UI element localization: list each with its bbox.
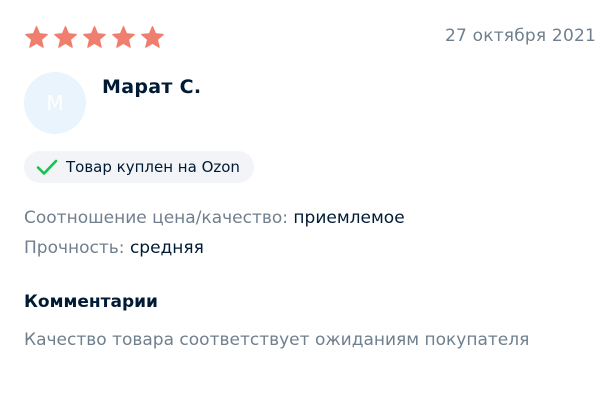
comments-title: Комментарии — [24, 292, 158, 312]
attribute-value: приемлемое — [293, 208, 405, 228]
badge-text: Товар куплен на Ozon — [66, 158, 240, 176]
check-icon — [36, 158, 58, 176]
avatar[interactable]: М — [24, 72, 86, 134]
verified-purchase-badge: Товар куплен на Ozon — [24, 151, 254, 183]
star-icon — [140, 25, 165, 50]
attribute-label: Соотношение цена/качество: — [24, 208, 289, 228]
avatar-initial: М — [46, 91, 64, 115]
star-icon — [82, 25, 107, 50]
star-icon — [53, 25, 78, 50]
author-name[interactable]: Марат С. — [102, 76, 201, 98]
review-card: 27 октября 2021 М Марат С. Товар куплен … — [0, 0, 608, 401]
star-icon — [111, 25, 136, 50]
comments-text: Качество товара соответствует ожиданиям … — [24, 330, 530, 350]
attribute-label: Прочность: — [24, 238, 125, 258]
star-icon — [24, 25, 49, 50]
review-date: 27 октября 2021 — [444, 26, 596, 46]
attribute-price-quality: Соотношение цена/качество: приемлемое — [24, 208, 405, 228]
attribute-durability: Прочность: средняя — [24, 238, 204, 258]
rating-stars — [24, 25, 165, 50]
attribute-value: средняя — [129, 238, 204, 258]
